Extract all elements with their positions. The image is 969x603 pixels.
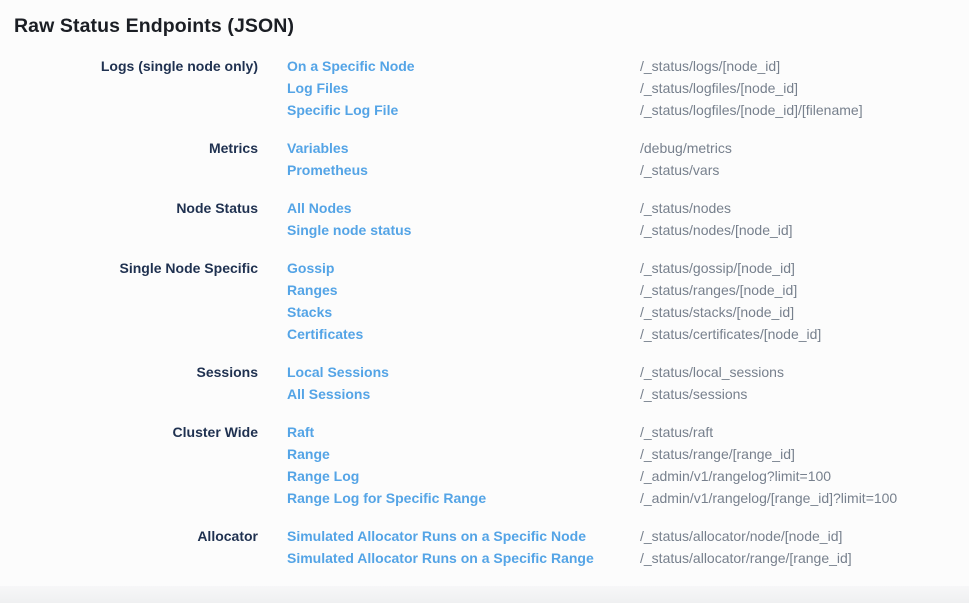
endpoint-path: /debug/metrics xyxy=(640,137,969,159)
section-endpoints-column: /_status/local_sessions/_status/sessions xyxy=(640,361,969,405)
section-endpoints-column: /_status/allocator/node/[node_id]/_statu… xyxy=(640,525,969,569)
endpoint-section: Logs (single node only) On a Specific No… xyxy=(0,55,969,121)
endpoint-path: /_status/vars xyxy=(640,159,969,181)
section-category-label: Allocator xyxy=(0,525,258,547)
endpoint-path: /_status/logs/[node_id] xyxy=(640,55,969,77)
endpoint-section: Cluster Wide RaftRangeRange LogRange Log… xyxy=(0,421,969,509)
endpoint-path: /_status/local_sessions xyxy=(640,361,969,383)
section-category-cell: Metrics xyxy=(0,137,258,181)
endpoint-path: /_admin/v1/rangelog/[range_id]?limit=100 xyxy=(640,487,969,509)
endpoint-path: /_status/logfiles/[node_id] xyxy=(640,77,969,99)
section-endpoints-column: /_status/logs/[node_id]/_status/logfiles… xyxy=(640,55,969,121)
endpoint-link[interactable]: Single node status xyxy=(287,219,640,241)
endpoint-section: Allocator Simulated Allocator Runs on a … xyxy=(0,525,969,569)
endpoint-path: /_status/stacks/[node_id] xyxy=(640,301,969,323)
endpoint-path: /_status/allocator/range/[range_id] xyxy=(640,547,969,569)
endpoint-link[interactable]: Range xyxy=(287,443,640,465)
endpoint-link[interactable]: All Sessions xyxy=(287,383,640,405)
endpoint-path: /_status/logfiles/[node_id]/[filename] xyxy=(640,99,969,121)
section-category-label: Sessions xyxy=(0,361,258,383)
section-category-label: Logs (single node only) xyxy=(0,55,258,77)
endpoint-link[interactable]: Variables xyxy=(287,137,640,159)
endpoint-link[interactable]: Log Files xyxy=(287,77,640,99)
endpoint-link[interactable]: Range Log for Specific Range xyxy=(287,487,640,509)
endpoint-path: /_status/nodes xyxy=(640,197,969,219)
endpoint-link[interactable]: Certificates xyxy=(287,323,640,345)
endpoint-link[interactable]: Prometheus xyxy=(287,159,640,181)
endpoint-link[interactable]: Stacks xyxy=(287,301,640,323)
section-links-column: GossipRangesStacksCertificates xyxy=(258,257,640,345)
section-links-column: Simulated Allocator Runs on a Specific N… xyxy=(258,525,640,569)
page-title: Raw Status Endpoints (JSON) xyxy=(14,14,969,38)
endpoint-path: /_status/raft xyxy=(640,421,969,443)
endpoint-path: /_status/certificates/[node_id] xyxy=(640,323,969,345)
endpoints-table: Logs (single node only) On a Specific No… xyxy=(0,55,969,569)
endpoint-link[interactable]: Gossip xyxy=(287,257,640,279)
endpoint-section: Sessions Local SessionsAll Sessions /_st… xyxy=(0,361,969,405)
endpoint-link[interactable]: Ranges xyxy=(287,279,640,301)
endpoint-link[interactable]: Raft xyxy=(287,421,640,443)
section-category-label: Cluster Wide xyxy=(0,421,258,443)
section-category-cell: Allocator xyxy=(0,525,258,569)
endpoint-link[interactable]: Local Sessions xyxy=(287,361,640,383)
endpoint-link[interactable]: On a Specific Node xyxy=(287,55,640,77)
endpoint-section: Single Node Specific GossipRangesStacksC… xyxy=(0,257,969,345)
section-category-cell: Logs (single node only) xyxy=(0,55,258,121)
raw-status-endpoints-page: Raw Status Endpoints (JSON) Logs (single… xyxy=(0,0,969,569)
footer-strip xyxy=(0,586,969,603)
endpoint-path: /_status/ranges/[node_id] xyxy=(640,279,969,301)
section-endpoints-column: /_status/gossip/[node_id]/_status/ranges… xyxy=(640,257,969,345)
section-category-label: Single Node Specific xyxy=(0,257,258,279)
endpoint-section: Node Status All NodesSingle node status … xyxy=(0,197,969,241)
section-links-column: VariablesPrometheus xyxy=(258,137,640,181)
endpoint-path: /_status/sessions xyxy=(640,383,969,405)
section-category-cell: Cluster Wide xyxy=(0,421,258,509)
section-links-column: Local SessionsAll Sessions xyxy=(258,361,640,405)
endpoint-link[interactable]: Specific Log File xyxy=(287,99,640,121)
section-endpoints-column: /_status/nodes/_status/nodes/[node_id] xyxy=(640,197,969,241)
endpoint-link[interactable]: Simulated Allocator Runs on a Specific R… xyxy=(287,547,640,569)
endpoint-path: /_status/range/[range_id] xyxy=(640,443,969,465)
endpoint-path: /_admin/v1/rangelog?limit=100 xyxy=(640,465,969,487)
section-category-cell: Single Node Specific xyxy=(0,257,258,345)
section-category-label: Node Status xyxy=(0,197,258,219)
section-links-column: All NodesSingle node status xyxy=(258,197,640,241)
endpoint-link[interactable]: All Nodes xyxy=(287,197,640,219)
endpoint-link[interactable]: Simulated Allocator Runs on a Specific N… xyxy=(287,525,640,547)
section-links-column: On a Specific NodeLog FilesSpecific Log … xyxy=(258,55,640,121)
endpoint-path: /_status/nodes/[node_id] xyxy=(640,219,969,241)
endpoint-link[interactable]: Range Log xyxy=(287,465,640,487)
section-endpoints-column: /debug/metrics/_status/vars xyxy=(640,137,969,181)
endpoint-path: /_status/allocator/node/[node_id] xyxy=(640,525,969,547)
endpoint-path: /_status/gossip/[node_id] xyxy=(640,257,969,279)
section-endpoints-column: /_status/raft/_status/range/[range_id]/_… xyxy=(640,421,969,509)
endpoint-section: Metrics VariablesPrometheus /debug/metri… xyxy=(0,137,969,181)
section-links-column: RaftRangeRange LogRange Log for Specific… xyxy=(258,421,640,509)
section-category-label: Metrics xyxy=(0,137,258,159)
section-category-cell: Node Status xyxy=(0,197,258,241)
section-category-cell: Sessions xyxy=(0,361,258,405)
